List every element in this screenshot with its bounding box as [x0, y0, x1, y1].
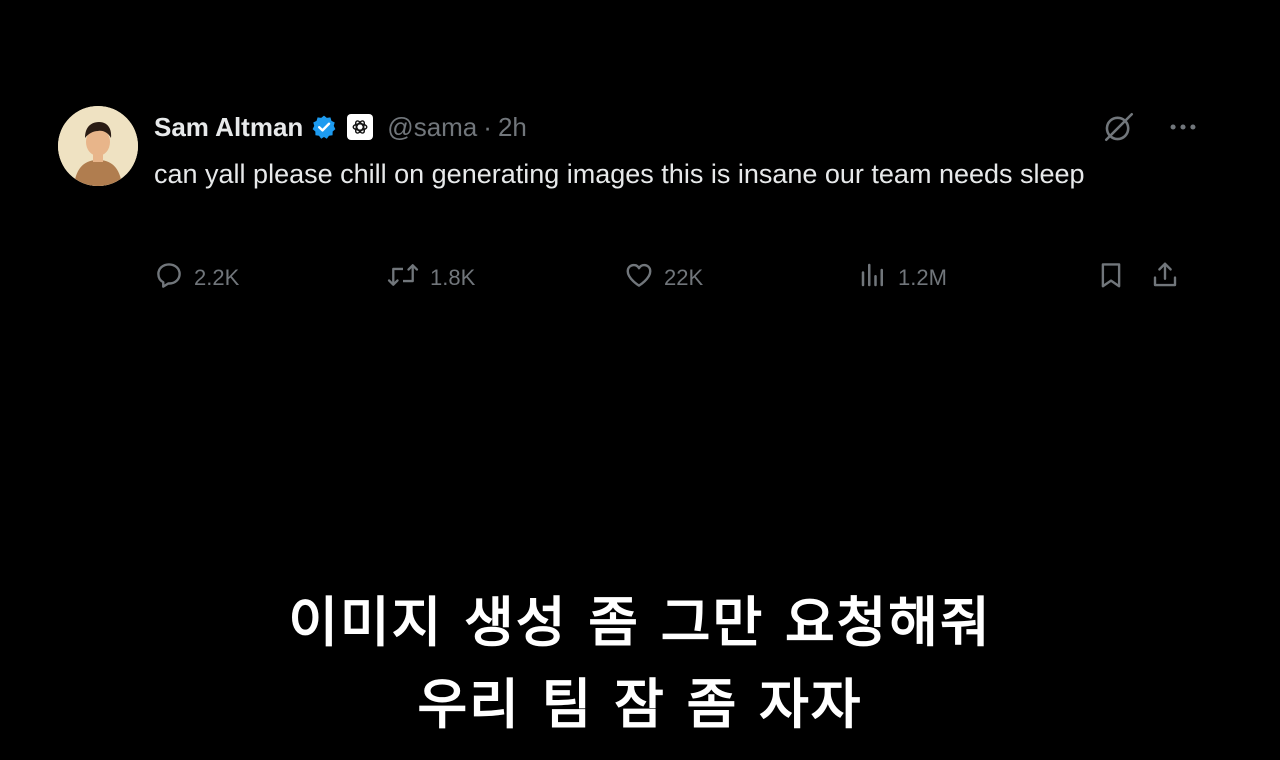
- caption-subtitle: 이미지 생성 좀 그만 요청해줘 우리 팀 잠 좀 자자: [0, 582, 1280, 746]
- retweet-count: 1.8K: [430, 265, 476, 290]
- reply-button[interactable]: 2.2K: [154, 260, 239, 296]
- tweet-card[interactable]: Sam Altman @sama · 2h can yall please ch…: [58, 104, 1198, 304]
- bookmark-icon: [1096, 260, 1126, 296]
- tweet-header: Sam Altman @sama · 2h: [154, 110, 527, 144]
- like-count: 22K: [664, 265, 704, 290]
- retweet-icon: [386, 260, 420, 296]
- subtitle-line-2: 우리 팀 잠 좀 자자: [417, 673, 863, 736]
- tweet-top-actions: [1102, 110, 1200, 149]
- bookmark-button[interactable]: [1096, 260, 1126, 296]
- retweet-button[interactable]: 1.8K: [386, 260, 475, 296]
- openai-logo-icon[interactable]: [347, 114, 374, 140]
- grok-icon[interactable]: [1102, 110, 1136, 149]
- reply-icon: [154, 260, 184, 296]
- avatar[interactable]: [58, 106, 138, 186]
- views-button[interactable]: 1.2M: [858, 260, 947, 296]
- reply-count: 2.2K: [194, 265, 240, 290]
- share-icon: [1150, 260, 1180, 296]
- author-handle[interactable]: @sama: [387, 112, 477, 143]
- meta-separator: ·: [483, 111, 492, 142]
- tweet-action-bar: 2.2K 1.8K 22K 1.2M: [154, 260, 1194, 296]
- heart-icon: [624, 260, 654, 296]
- views-icon: [858, 260, 888, 296]
- verified-badge-icon: [311, 114, 337, 140]
- subtitle-line-1: 이미지 생성 좀 그만 요청해줘: [288, 591, 992, 654]
- more-icon[interactable]: [1166, 110, 1200, 149]
- share-button[interactable]: [1150, 260, 1180, 296]
- author-name[interactable]: Sam Altman: [154, 112, 303, 143]
- views-count: 1.2M: [898, 265, 947, 290]
- tweet-text: can yall please chill on generating imag…: [154, 159, 1085, 189]
- tweet-timestamp[interactable]: 2h: [498, 112, 527, 143]
- like-button[interactable]: 22K: [624, 260, 703, 296]
